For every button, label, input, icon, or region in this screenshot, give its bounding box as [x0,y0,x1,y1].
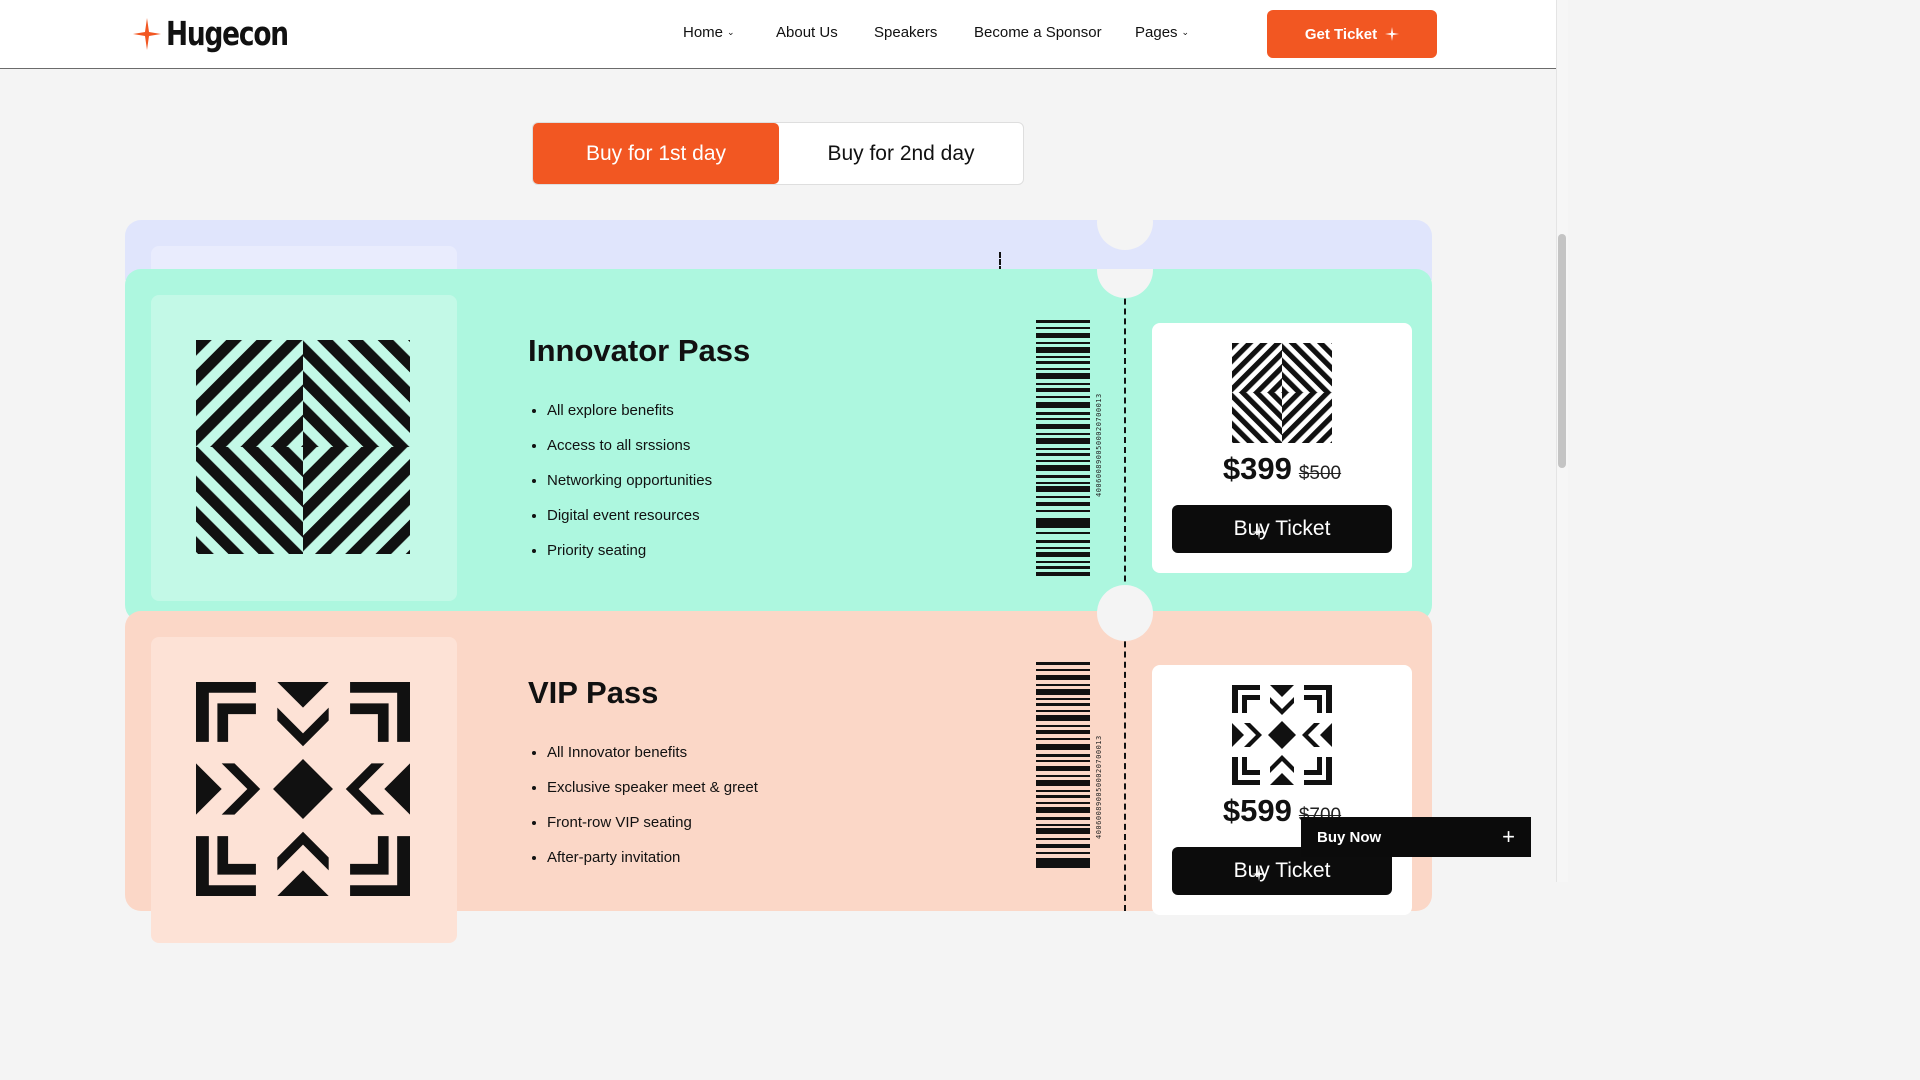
feature-item: All Innovator benefits [547,743,758,778]
price-panel: $399 $500 Buy Ticket [1152,323,1412,573]
feature-item: After-party invitation [547,848,758,883]
chevron-down-icon: ⌄ [727,27,735,37]
scrollbar-thumb[interactable] [1558,234,1566,468]
starburst-pattern-icon [196,682,410,896]
nav-about-us-label: About Us [776,24,838,41]
tab-buy-1st-day[interactable]: Buy for 1st day [533,123,779,184]
day-tabs: Buy for 1st day Buy for 2nd day [532,122,1024,185]
feature-item: Access to all srssions [547,436,712,471]
feature-item: Digital event resources [547,506,712,541]
nav-about-us[interactable]: About Us [776,24,838,41]
perforation-line [1124,611,1126,911]
ticket-title: VIP Pass [528,675,659,710]
nav-pages-label: Pages [1135,24,1178,41]
nav-become-a-sponsor-label: Become a Sponsor [974,24,1102,41]
feature-item: Exclusive speaker meet & greet [547,778,758,813]
feature-list: All explore benefits Access to all srssi… [547,401,712,576]
barcode-number: 4006008900500020700013 [1095,393,1103,497]
current-price: $599 [1222,793,1292,828]
buy-now-button[interactable]: Buy Now + [1301,817,1531,857]
nav-home[interactable]: Home ⌄ [683,24,735,41]
current-price: $399 [1222,451,1292,486]
ticket-notch [1097,194,1153,250]
barcode-icon [1036,320,1090,576]
ticket-card-innovator: Innovator Pass All explore benefits Acce… [125,269,1432,621]
chevron-down-icon: ⌄ [1181,27,1190,37]
buy-ticket-button[interactable]: Buy Ticket [1172,505,1392,553]
nav-speakers[interactable]: Speakers [874,24,937,41]
ticket-card-vip: VIP Pass All Innovator benefits Exclusiv… [125,611,1432,943]
barcode-icon [1036,662,1090,868]
starburst-pattern-icon [1232,685,1332,785]
sparkle-icon [1252,867,1266,881]
site-header: Hugecon Home ⌄ About Us Speakers Become … [0,0,1556,69]
nav-home-label: Home [683,24,724,41]
sparkle-icon [1385,27,1400,41]
buy-now-label: Buy Now [1317,828,1382,846]
get-ticket-label: Get Ticket [1304,25,1378,43]
tab-buy-2nd-day[interactable]: Buy for 2nd day [779,123,1023,184]
get-ticket-button[interactable]: Get Ticket [1267,10,1437,58]
feature-item: Priority seating [547,541,712,576]
sparkle-icon [1252,525,1266,539]
diagonal-weave-icon [1232,343,1332,443]
feature-item: Front-row VIP seating [547,813,758,848]
price-panel: $599 $700 Buy Ticket [1152,665,1412,915]
buy-ticket-label: Buy Ticket [1233,859,1331,882]
ticket-art-panel [151,295,457,601]
perforation-line [1124,269,1126,621]
feature-item: All explore benefits [547,401,712,436]
original-price: $500 [1298,463,1342,484]
nav-speakers-label: Speakers [874,24,938,41]
barcode-number: 4006008900500020700013 [1095,735,1103,839]
diagonal-weave-icon [196,340,410,554]
feature-list: All Innovator benefits Exclusive speaker… [547,743,758,883]
nav-become-a-sponsor[interactable]: Become a Sponsor [974,24,1102,41]
price-line: $399 $500 [1152,451,1412,487]
buy-ticket-label: Buy Ticket [1233,517,1331,540]
ticket-art-panel [151,637,457,943]
feature-item: Networking opportunities [547,471,712,506]
nav-pages[interactable]: Pages ⌄ [1135,24,1189,41]
ticket-title: Innovator Pass [528,333,751,368]
plus-icon: + [1502,824,1515,849]
